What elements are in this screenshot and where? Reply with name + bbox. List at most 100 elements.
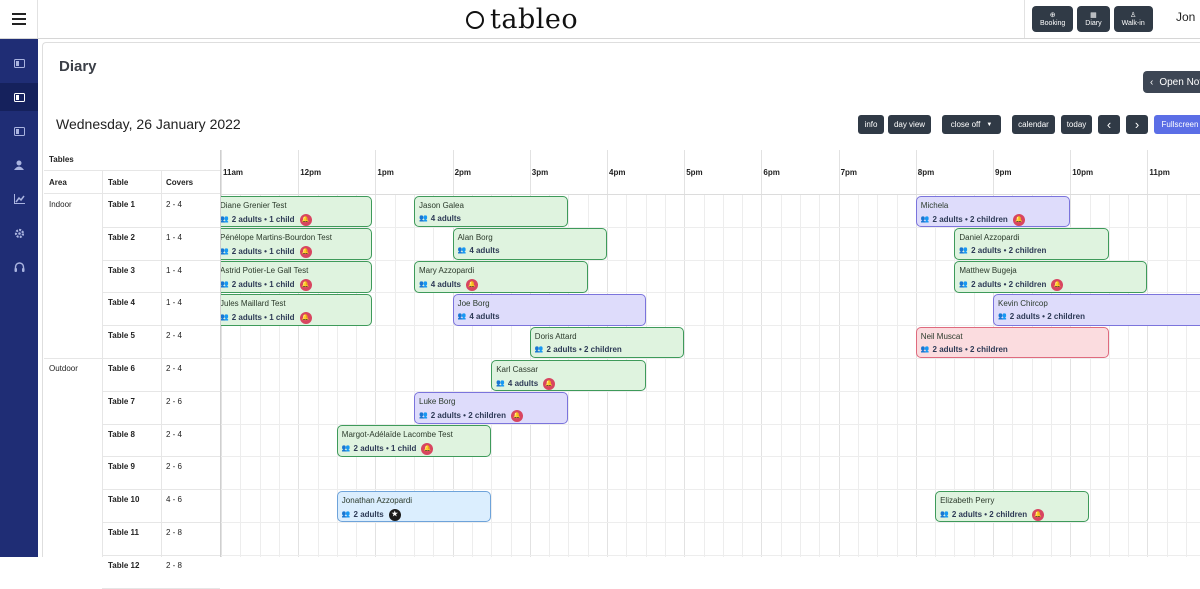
row-divider	[102, 390, 220, 392]
booking-card[interactable]: Daniel Azzopardi 👥 2 adults • 2 children	[954, 228, 1109, 261]
booking-party-text: 2 adults • 2 children	[971, 280, 1047, 290]
booking-card[interactable]: Jonathan Azzopardi 👥 2 adults ★	[336, 490, 492, 523]
booking-party-text: 4 adults	[507, 378, 539, 388]
people-icon: 👥	[220, 313, 229, 321]
quarter-gridline	[819, 194, 821, 557]
timeline-row-divider	[221, 522, 1200, 523]
info-button[interactable]: info	[858, 115, 884, 134]
booking-card[interactable]: Alan Borg 👥 4 adults	[452, 228, 607, 261]
booking-card[interactable]: Pénélope Martins-Bourdon Test 👥 2 adults •…	[220, 228, 372, 261]
calendar-button[interactable]: calendar	[1012, 115, 1055, 134]
table-name[interactable]: Table 7	[108, 397, 135, 406]
table-name[interactable]: Table 1	[108, 200, 135, 209]
hour-label: 6pm	[763, 168, 780, 177]
prev-day-button[interactable]: ‹	[1098, 115, 1120, 134]
hour-label: 7pm	[840, 168, 858, 177]
booking-card[interactable]: Joe Borg 👥 4 adults	[452, 293, 646, 326]
open-notes-button[interactable]: ‹ Open Not	[1143, 71, 1200, 93]
caret-down-icon: ▼	[986, 121, 993, 128]
booking-card[interactable]: Karl Cassar 👥 4 adults 🔔	[491, 359, 646, 392]
booking-card[interactable]: Jason Galea 👥 4 adults	[414, 195, 569, 228]
sidebar-book-icon[interactable]	[0, 49, 38, 77]
booking-party-info: 👥 4 adults 🔔	[496, 377, 644, 390]
table-name[interactable]: Table 10	[108, 495, 139, 504]
row-divider	[102, 522, 220, 523]
booking-card[interactable]: Elizabeth Perry 👥 2 adults • 2 children 🔔	[935, 490, 1090, 523]
booking-party-text: 4 adults	[430, 280, 461, 290]
booking-party-info: 👥 2 adults • 2 children	[921, 345, 1108, 355]
booking-card[interactable]: Mary Azzopardi 👥 4 adults 🔔	[414, 261, 588, 293]
diary-button[interactable]: ▦ Diary	[1077, 6, 1110, 32]
booking-card[interactable]: Michela 👥 2 adults • 2 children 🔔	[915, 195, 1071, 228]
row-divider	[102, 325, 220, 327]
table-covers: 2 - 6	[166, 462, 183, 472]
bell-icon: 🔔	[299, 311, 312, 324]
table-name[interactable]: Table 4	[108, 298, 135, 307]
booking-card[interactable]: Doris Attard 👥 2 adults • 2 children	[529, 326, 685, 359]
quarter-gridline	[1128, 194, 1130, 557]
people-icon: 👥	[457, 247, 467, 255]
user-name[interactable]: Jon	[1176, 10, 1195, 24]
booking-party-text: 4 adults	[469, 311, 500, 321]
sidebar-diary-icon[interactable]	[0, 83, 38, 111]
quarter-gridline	[664, 194, 666, 557]
people-icon: 👥	[419, 412, 428, 420]
hamburger-menu-icon[interactable]	[0, 0, 38, 38]
tables-title: Tables	[49, 155, 74, 164]
table-divider	[44, 193, 220, 194]
table-covers: 2 - 6	[166, 396, 183, 406]
booking-card[interactable]: Kevin Chircop 👥 2 adults • 2 children	[993, 293, 1200, 326]
table-name[interactable]: Table 2	[108, 233, 135, 242]
booking-button[interactable]: ⊕ Booking	[1032, 6, 1074, 32]
booking-card[interactable]: Astrid Potier-Le Gall Test 👥 2 adults • 1 …	[221, 261, 372, 293]
bell-icon: 🔔	[543, 377, 556, 390]
table-name[interactable]: Table 3	[108, 266, 135, 275]
table-name[interactable]: Table 12	[108, 561, 139, 570]
table-name[interactable]: Table 6	[108, 364, 135, 373]
page-title: Diary	[59, 58, 97, 75]
booking-guest-name: Elizabeth Perry	[940, 495, 995, 505]
table-name[interactable]: Table 11	[108, 528, 139, 537]
booking-guest-name: Pénélope Martins-Bourdon Test	[220, 233, 332, 243]
booking-party-text: 2 adults • 1 child	[231, 247, 295, 257]
bell-icon: 🔔	[1012, 213, 1025, 226]
close-off-dropdown[interactable]: close off ▼	[942, 115, 1001, 134]
quarter-gridline	[896, 194, 898, 557]
booking-card[interactable]: Jules Maillard Test 👥 2 adults • 1 child 🔔	[220, 293, 372, 326]
sidebar-user-icon[interactable]	[0, 151, 38, 179]
hour-label: 8pm	[917, 168, 935, 177]
row-divider	[102, 259, 220, 261]
timeline-row-divider	[221, 358, 1200, 359]
table-covers: 1 - 4	[166, 298, 183, 308]
booking-party-text: 2 adults • 1 child	[231, 312, 295, 322]
table-name[interactable]: Table 5	[108, 331, 135, 340]
table-name[interactable]: Table 9	[108, 462, 135, 471]
bell-icon: 🔔	[1051, 279, 1064, 292]
chevron-left-icon: ‹	[1150, 76, 1154, 88]
sidebar-headset-icon[interactable]	[0, 253, 38, 281]
booking-guest-name: Joe Borg	[457, 298, 490, 308]
app-logo[interactable]: tableo	[466, 6, 578, 33]
table-name[interactable]: Table 8	[108, 430, 135, 439]
today-button[interactable]: today	[1061, 115, 1092, 134]
sidebar-chart-icon[interactable]	[0, 185, 38, 213]
row-divider	[102, 554, 220, 556]
open-notes-label: Open Not	[1159, 76, 1200, 88]
day-view-button[interactable]: day view	[888, 115, 931, 134]
sidebar-gear-icon[interactable]	[0, 219, 38, 247]
row-divider	[102, 292, 220, 294]
booking-card[interactable]: Margot-Adélaïde Lacombe Test 👥 2 adults • …	[336, 425, 492, 457]
timeline-row-divider	[221, 390, 1200, 392]
walk-in-button[interactable]: ♙ Walk-in	[1113, 6, 1153, 32]
booking-card[interactable]: Matthew Bugeja 👥 2 adults • 2 children 🔔	[954, 261, 1148, 293]
next-day-button[interactable]: ›	[1126, 115, 1148, 134]
booking-guest-name: Jason Galea	[419, 200, 464, 210]
fullscreen-button[interactable]: Fullscreen	[1154, 115, 1200, 134]
sidebar-book-open-icon[interactable]	[0, 117, 38, 145]
booking-card[interactable]: Luke Borg 👥 2 adults • 2 children 🔔	[414, 392, 569, 425]
booking-card[interactable]: Diane Grenier Test 👥 2 adults • 1 child 🔔	[221, 195, 372, 228]
booking-party-info: 👥 2 adults • 1 child 🔔	[221, 213, 371, 226]
booking-card[interactable]: Neil Muscat 👥 2 adults • 2 children	[915, 326, 1109, 359]
logo-ring-icon	[466, 10, 484, 29]
hour-label: 10pm	[1072, 168, 1094, 177]
